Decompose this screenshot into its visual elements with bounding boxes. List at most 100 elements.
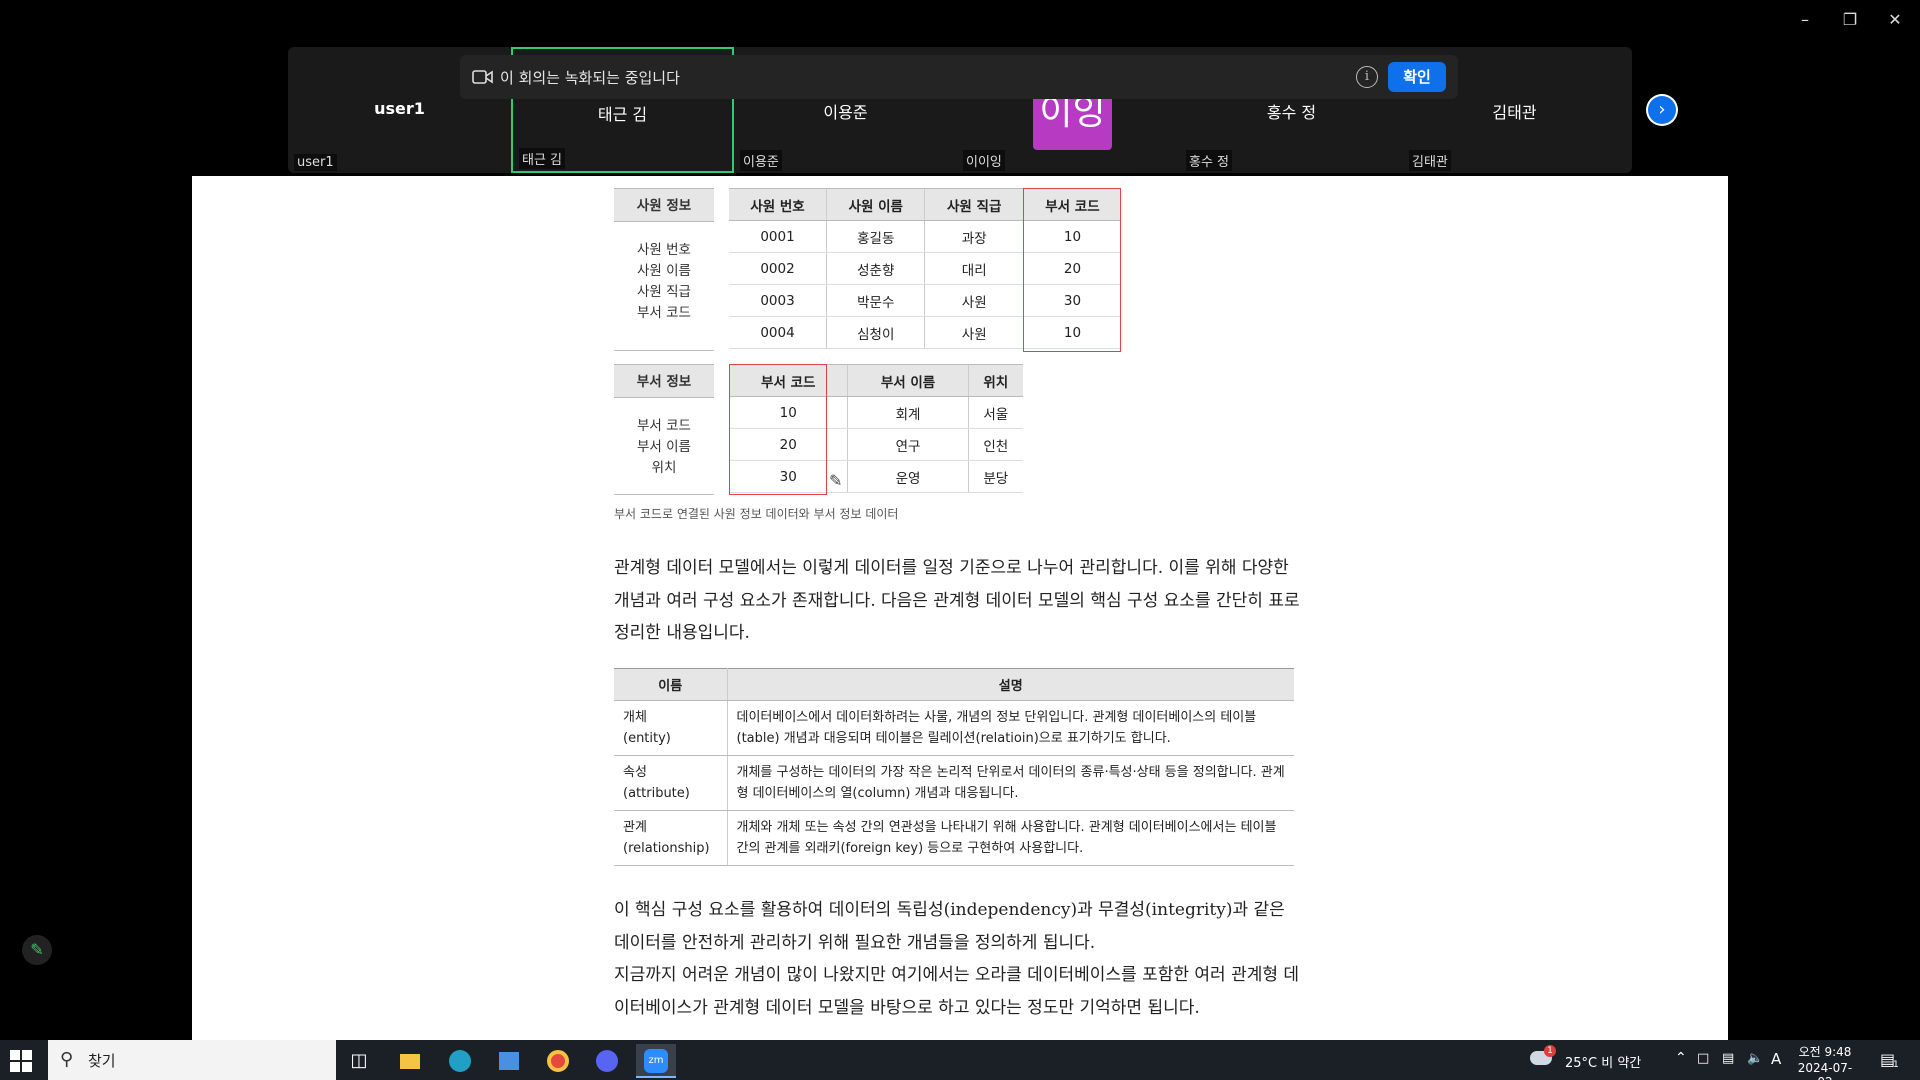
participant-label: 이이잉 [963, 150, 1005, 171]
table-cell: 0002 [729, 252, 827, 285]
restore-icon[interactable]: ❐ [1835, 8, 1865, 32]
table-cell: 10 [1022, 316, 1121, 349]
edge-icon[interactable] [440, 1044, 480, 1078]
weather-icon[interactable]: 1 [1530, 1045, 1556, 1069]
participant-name: 이용준 [823, 103, 868, 122]
table-cell: 연구 [847, 428, 969, 461]
minimize-icon[interactable]: – [1790, 8, 1820, 32]
side-line: 부서 코드 [637, 418, 691, 434]
table-row: 30 운영 분당 [729, 460, 1023, 493]
table-header: 설명 [727, 668, 1294, 701]
description: 개체를 구성하는 데이터의 가장 작은 논리적 단위로서 데이터의 종류·특성·… [727, 755, 1294, 811]
screen: – ❐ ✕ user1 user1 태근 김 태근 김 이용준 이용준 이이잉 … [0, 0, 1920, 1080]
table-cell: 사원 [924, 284, 1024, 317]
annotate-pencil-icon[interactable]: ✎ [22, 935, 52, 965]
recording-banner: 이 회의는 녹화되는 중입니다 i 확인 [460, 55, 1458, 99]
table-row: 속성 (attribute) 개체를 구성하는 데이터의 가장 작은 논리적 단위… [614, 755, 1294, 811]
table-cell: 10 [1022, 220, 1121, 253]
table-cell: 0001 [729, 220, 827, 253]
weather-text[interactable]: 25°C 비 약간 [1565, 1052, 1641, 1071]
info-icon[interactable]: i [1356, 66, 1378, 88]
table-cell: 과장 [924, 220, 1024, 253]
file-explorer-icon[interactable] [390, 1044, 430, 1078]
participant-label: user1 [294, 154, 337, 171]
shared-document: 사원 정보 사원 번호 사원 이름 사원 직급 부서 코드 사원 번호 사원 이… [192, 176, 1728, 1040]
table-cell: 사원 [924, 316, 1024, 349]
close-icon[interactable]: ✕ [1880, 8, 1910, 32]
component-table: 이름 설명 개체 (entity) 데이터베이스에서 데이터화하려는 사물, 개념… [614, 668, 1294, 866]
discord-icon[interactable] [587, 1044, 627, 1078]
table-row: 0001 홍길동 과장 10 [729, 220, 1121, 253]
term-english: (entity) [623, 731, 671, 746]
zoom-icon-label: zm [644, 1049, 668, 1073]
side-line: 사원 직급 [637, 284, 691, 300]
table-header: 이름 [614, 668, 728, 701]
table-cell: 성춘향 [826, 252, 925, 285]
recording-message: 이 회의는 녹화되는 중입니다 [500, 69, 680, 87]
side-line: 부서 이름 [637, 439, 691, 455]
network-icon[interactable]: ▤ [1722, 1051, 1734, 1066]
windows-start-icon[interactable] [10, 1050, 32, 1072]
task-view-icon[interactable]: ◫ [339, 1044, 379, 1078]
table-cell: 회계 [847, 396, 969, 429]
side-line: 위치 [651, 460, 677, 476]
confirm-button[interactable]: 확인 [1388, 62, 1446, 92]
paragraph: 관계형 데이터 모델에서는 이렇게 데이터를 일정 기준으로 나누어 관리합니다… [614, 558, 1300, 643]
employee-table: 사원 번호 사원 이름 사원 직급 부서 코드 0001 홍길동 과장 10 0… [729, 188, 1121, 349]
weather-badge: 1 [1544, 1045, 1556, 1057]
table-cell: 0003 [729, 284, 827, 317]
table-row: 0003 박문수 사원 30 [729, 284, 1121, 317]
table-row: 0004 심청이 사원 10 [729, 316, 1121, 349]
table-cell: 대리 [924, 252, 1024, 285]
zoom-icon[interactable]: zm [636, 1044, 676, 1078]
participant-name: 김태관 [1492, 103, 1537, 122]
chrome-icon[interactable] [538, 1044, 578, 1078]
term: 관계 [623, 820, 647, 835]
description: 개체와 개체 또는 속성 간의 연관성을 나타내기 위해 사용합니다. 관계형 … [727, 810, 1294, 866]
table-row: 개체 (entity) 데이터베이스에서 데이터화하려는 사물, 개념의 정보 단… [614, 700, 1294, 756]
table-cell: 분당 [967, 460, 1023, 493]
table-header: 사원 직급 [924, 188, 1024, 221]
term-english: (relationship) [623, 841, 710, 856]
table-cell: 0004 [729, 316, 827, 349]
search-label: 찾기 [88, 1052, 116, 1070]
term: 속성 [623, 765, 647, 780]
ime-indicator[interactable]: A [1771, 1050, 1781, 1068]
side-line: 사원 번호 [637, 242, 691, 258]
clock-time[interactable]: 오전 9:48 [1795, 1043, 1855, 1060]
table-cell: 20 [729, 428, 848, 461]
side-line: 사원 이름 [637, 263, 691, 279]
participant-label: 태근 김 [519, 148, 566, 169]
taskbar-search[interactable]: ⚲ 찾기 [48, 1040, 336, 1080]
chevron-up-icon[interactable]: ⌃ [1675, 1050, 1687, 1066]
divider [614, 494, 714, 495]
table-header: 사원 이름 [826, 188, 925, 221]
table-cell: 운영 [847, 460, 969, 493]
paragraph: 지금까지 어려운 개념이 많이 나왔지만 여기에서는 오라클 데이터베이스를 포… [614, 965, 1300, 1018]
notification-count: 1 [1893, 1060, 1899, 1070]
pencil-cursor-icon: ✎ [829, 471, 843, 490]
volume-icon[interactable]: 🔈 [1747, 1051, 1763, 1066]
side-line: 부서 코드 [637, 305, 691, 321]
table-header: 부서 코드 [729, 364, 848, 397]
clock-date[interactable]: 2024-07-02 [1793, 1061, 1857, 1080]
table-header: 부서 이름 [847, 364, 969, 397]
table-header: 위치 [967, 364, 1023, 397]
participant-label: 홍수 정 [1186, 150, 1233, 171]
table-cell: 인천 [967, 428, 1023, 461]
employee-info-header: 사원 정보 [614, 188, 714, 222]
participant-name: 홍수 정 [1266, 103, 1317, 122]
table-cell: 30 [1022, 284, 1121, 317]
next-page-button[interactable]: › [1646, 94, 1678, 126]
participant-name: user1 [374, 99, 425, 118]
store-icon[interactable] [489, 1044, 529, 1078]
participant-name: 태근 김 [597, 105, 648, 124]
chevron-right-icon: › [1648, 96, 1676, 124]
table-cell: 심청이 [826, 316, 925, 349]
meet-now-icon[interactable]: □ [1697, 1051, 1709, 1066]
table-cell: 홍길동 [826, 220, 925, 253]
participant-label: 김태관 [1409, 150, 1451, 171]
divider [614, 350, 714, 351]
table-row: 10 회계 서울 [729, 396, 1023, 429]
table-header: 사원 번호 [729, 188, 827, 221]
